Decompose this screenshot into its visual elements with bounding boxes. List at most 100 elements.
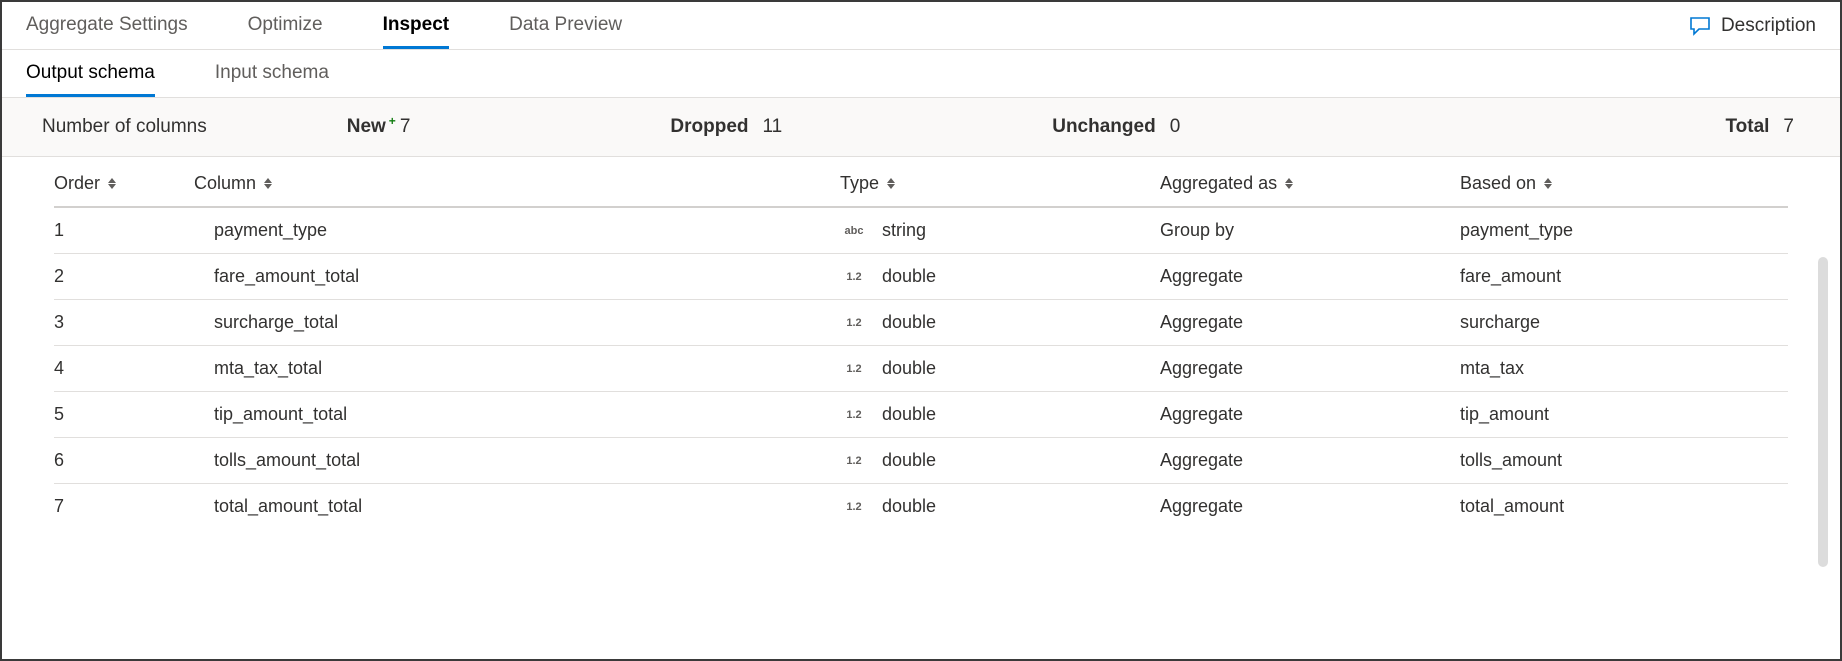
cell-column: total_amount_total: [194, 496, 840, 517]
sort-icon: [887, 178, 895, 189]
cell-order: 3: [54, 312, 194, 333]
cell-column: fare_amount_total: [194, 266, 840, 287]
sort-icon: [108, 178, 116, 189]
table-body: 1payment_typeabcstringGroup bypayment_ty…: [54, 208, 1788, 529]
summary-unchanged-label: Unchanged: [1052, 116, 1155, 138]
column-header-column[interactable]: Column: [194, 173, 840, 194]
table-row[interactable]: 1payment_typeabcstringGroup bypayment_ty…: [54, 208, 1788, 254]
cell-aggregated-as: Aggregate: [1160, 496, 1460, 517]
cell-type: 1.2 double: [840, 496, 1160, 517]
cell-type-label: string: [882, 220, 926, 241]
type-badge-double-icon: 1.2: [840, 455, 868, 467]
cell-aggregated-as: Aggregate: [1160, 312, 1460, 333]
cell-type: abc string: [840, 220, 1160, 241]
cell-type-label: double: [882, 358, 936, 379]
column-header-aggregated-as-label: Aggregated as: [1160, 173, 1277, 194]
cell-column: mta_tax_total: [194, 358, 840, 379]
type-badge-string-icon: abc: [840, 225, 868, 237]
tab-inspect[interactable]: Inspect: [383, 2, 450, 49]
cell-order: 6: [54, 450, 194, 471]
cell-aggregated-as: Aggregate: [1160, 266, 1460, 287]
summary-dropped-value: 11: [763, 116, 783, 138]
cell-type: 1.2 double: [840, 266, 1160, 287]
column-header-aggregated-as[interactable]: Aggregated as: [1160, 173, 1460, 194]
cell-order: 1: [54, 220, 194, 241]
table-row[interactable]: 4mta_tax_total1.2 double Aggregatemta_tax: [54, 346, 1788, 392]
type-badge-double-icon: 1.2: [840, 317, 868, 329]
sort-icon: [1285, 178, 1293, 189]
summary-new: New 7: [347, 116, 411, 138]
cell-type-label: double: [882, 404, 936, 425]
type-badge-double-icon: 1.2: [840, 271, 868, 283]
summary-unchanged: Unchanged 0: [1052, 116, 1725, 138]
summary-total-value: 7: [1783, 116, 1794, 138]
tab-data-preview[interactable]: Data Preview: [509, 2, 622, 49]
cell-type: 1.2 double: [840, 404, 1160, 425]
summary-total-label: Total: [1725, 116, 1769, 138]
sub-tab-output-schema[interactable]: Output schema: [26, 50, 155, 97]
cell-aggregated-as: Aggregate: [1160, 404, 1460, 425]
cell-type-label: double: [882, 312, 936, 333]
sort-icon: [264, 178, 272, 189]
type-badge-double-icon: 1.2: [840, 409, 868, 421]
column-header-based-on[interactable]: Based on: [1460, 173, 1788, 194]
cell-type-label: double: [882, 496, 936, 517]
table-row[interactable]: 7total_amount_total1.2 double Aggregatetot…: [54, 484, 1788, 529]
table-row[interactable]: 5tip_amount_total1.2 double Aggregatetip_a…: [54, 392, 1788, 438]
summary-dropped: Dropped 11: [670, 116, 782, 138]
comment-icon: [1689, 16, 1711, 36]
schema-summary-row: Number of columns New 7 Dropped 11 Uncha…: [2, 98, 1840, 157]
column-header-order[interactable]: Order: [54, 173, 194, 194]
sub-tab-bar: Output schema Input schema: [2, 50, 1840, 98]
sub-tab-input-schema[interactable]: Input schema: [215, 50, 329, 97]
cell-type: 1.2 double: [840, 312, 1160, 333]
cell-based-on: tip_amount: [1460, 404, 1788, 425]
cell-based-on: tolls_amount: [1460, 450, 1788, 471]
top-tab-bar: Aggregate Settings Optimize Inspect Data…: [26, 2, 622, 49]
cell-aggregated-as: Aggregate: [1160, 358, 1460, 379]
cell-aggregated-as: Aggregate: [1160, 450, 1460, 471]
cell-order: 2: [54, 266, 194, 287]
tab-optimize[interactable]: Optimize: [248, 2, 323, 49]
summary-unchanged-value: 0: [1170, 116, 1181, 138]
table-row[interactable]: 3surcharge_total1.2 double Aggregatesurcha…: [54, 300, 1788, 346]
inspect-panel: Aggregate Settings Optimize Inspect Data…: [0, 0, 1842, 661]
top-row: Aggregate Settings Optimize Inspect Data…: [2, 2, 1840, 50]
cell-based-on: fare_amount: [1460, 266, 1788, 287]
description-label: Description: [1721, 15, 1816, 37]
cell-based-on: total_amount: [1460, 496, 1788, 517]
cell-column: surcharge_total: [194, 312, 840, 333]
summary-new-label: New: [347, 116, 386, 138]
tab-aggregate-settings[interactable]: Aggregate Settings: [26, 2, 188, 49]
cell-type: 1.2 double: [840, 358, 1160, 379]
summary-new-value: 7: [400, 116, 411, 138]
scrollbar[interactable]: [1818, 257, 1828, 567]
summary-dropped-label: Dropped: [670, 116, 748, 138]
cell-type: 1.2 double: [840, 450, 1160, 471]
table-row[interactable]: 6tolls_amount_total1.2 double Aggregatetol…: [54, 438, 1788, 484]
description-button[interactable]: Description: [1689, 5, 1816, 47]
cell-order: 4: [54, 358, 194, 379]
schema-table: Order Column Type Aggregated as Based on…: [2, 157, 1840, 529]
sort-icon: [1544, 178, 1552, 189]
cell-order: 5: [54, 404, 194, 425]
column-header-type[interactable]: Type: [840, 173, 1160, 194]
cell-type-label: double: [882, 266, 936, 287]
type-badge-double-icon: 1.2: [840, 363, 868, 375]
column-header-order-label: Order: [54, 173, 100, 194]
summary-total: Total 7: [1725, 116, 1800, 138]
column-header-type-label: Type: [840, 173, 879, 194]
cell-order: 7: [54, 496, 194, 517]
cell-based-on: payment_type: [1460, 220, 1788, 241]
cell-based-on: mta_tax: [1460, 358, 1788, 379]
cell-based-on: surcharge: [1460, 312, 1788, 333]
cell-column: tolls_amount_total: [194, 450, 840, 471]
cell-column: payment_type: [194, 220, 840, 241]
cell-aggregated-as: Group by: [1160, 220, 1460, 241]
cell-type-label: double: [882, 450, 936, 471]
table-row[interactable]: 2fare_amount_total1.2 double Aggregatefare…: [54, 254, 1788, 300]
cell-column: tip_amount_total: [194, 404, 840, 425]
column-header-column-label: Column: [194, 173, 256, 194]
type-badge-double-icon: 1.2: [840, 501, 868, 513]
summary-heading: Number of columns: [42, 116, 207, 138]
